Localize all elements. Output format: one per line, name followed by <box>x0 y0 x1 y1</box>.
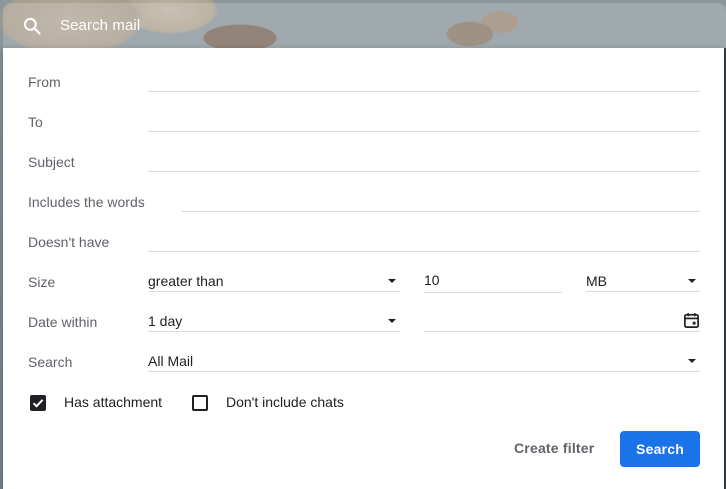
subject-label: Subject <box>28 154 75 170</box>
search-button[interactable]: Search <box>620 431 700 467</box>
to-input[interactable] <box>148 112 700 128</box>
dont-include-chats-label[interactable]: Don't include chats <box>226 394 344 410</box>
checkmark-icon <box>32 399 44 408</box>
size-comparator-value: greater than <box>148 272 224 289</box>
to-label: To <box>28 114 43 130</box>
chevron-down-icon <box>688 278 696 283</box>
advanced-search-panel: From To Subject Includes the words Doesn… <box>3 48 724 489</box>
includes-words-input[interactable] <box>181 192 700 208</box>
to-field[interactable] <box>148 112 700 132</box>
search-in-select[interactable]: All Mail <box>148 350 700 372</box>
chevron-down-icon <box>388 318 396 323</box>
chevron-down-icon <box>688 358 696 363</box>
size-value-field[interactable] <box>424 272 562 293</box>
has-attachment-checkbox[interactable] <box>30 395 46 411</box>
search-in-label: Search <box>28 354 73 370</box>
doesnt-have-label: Doesn't have <box>28 234 110 250</box>
doesnt-have-field[interactable] <box>148 232 700 252</box>
doesnt-have-input[interactable] <box>148 232 700 248</box>
chevron-down-icon <box>388 278 396 283</box>
size-value-input[interactable] <box>424 272 562 288</box>
search-icon[interactable] <box>20 14 44 38</box>
subject-input[interactable] <box>148 152 700 168</box>
subject-field[interactable] <box>148 152 700 172</box>
calendar-icon[interactable] <box>683 312 700 329</box>
create-filter-button[interactable]: Create filter <box>514 440 594 456</box>
date-within-label: Date within <box>28 314 98 330</box>
date-within-value: 1 day <box>148 312 183 329</box>
size-unit-value: MB <box>586 272 607 289</box>
from-field[interactable] <box>148 72 700 92</box>
includes-words-field[interactable] <box>181 192 700 212</box>
search-in-value: All Mail <box>148 352 194 369</box>
date-field[interactable] <box>424 310 700 332</box>
dont-include-chats-checkbox[interactable] <box>192 395 208 411</box>
search-bar[interactable]: Search mail <box>3 3 726 48</box>
includes-words-label: Includes the words <box>28 194 145 210</box>
size-unit-select[interactable]: MB <box>586 270 700 292</box>
from-label: From <box>28 74 61 90</box>
size-comparator-select[interactable]: greater than <box>148 270 400 292</box>
date-within-select[interactable]: 1 day <box>148 310 400 332</box>
from-input[interactable] <box>148 72 700 88</box>
search-input[interactable]: Search mail <box>60 17 140 34</box>
has-attachment-label[interactable]: Has attachment <box>64 394 162 410</box>
size-label: Size <box>28 274 56 290</box>
